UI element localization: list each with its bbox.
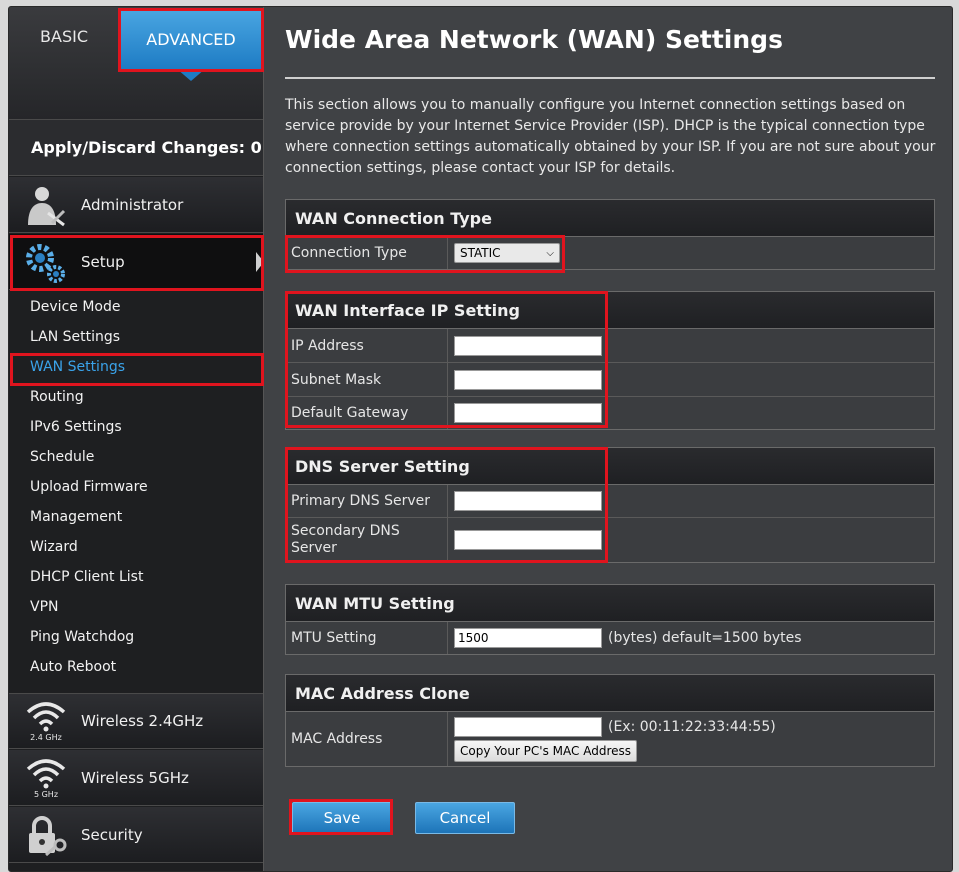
connection-type-value: STATIC [460, 246, 501, 260]
administrator-icon [23, 182, 69, 228]
setup-submenu: Device Mode LAN Settings WAN Settings Ro… [9, 292, 263, 682]
tab-active-indicator [177, 69, 205, 81]
sidebar-item-ping-watchdog[interactable]: Ping Watchdog [9, 622, 263, 652]
primary-dns-input[interactable] [454, 491, 602, 511]
sidebar-section-label: Wireless 5GHz [81, 768, 189, 787]
apply-discard-changes[interactable]: Apply/Discard Changes: 0 [9, 120, 263, 176]
sidebar-section-administrator[interactable]: Administrator [9, 177, 263, 233]
page-description: This section allows you to manually conf… [285, 97, 936, 176]
default-gateway-input[interactable] [454, 403, 602, 423]
mode-tabs: BASIC ADVANCED [9, 7, 263, 120]
sidebar-section-label: Security [81, 825, 143, 844]
mac-address-input[interactable] [454, 716, 602, 737]
mtu-hint: (bytes) default=1500 bytes [608, 630, 802, 646]
mac-address-hint: (Ex: 00:11:22:33:44:55) [608, 718, 776, 735]
sidebar-item-upload-firmware[interactable]: Upload Firmware [9, 472, 263, 502]
sidebar-item-auto-reboot[interactable]: Auto Reboot [9, 652, 263, 682]
cancel-button[interactable]: Cancel [415, 802, 515, 834]
sidebar-item-schedule[interactable]: Schedule [9, 442, 263, 472]
panel-heading: MAC Address Clone [286, 675, 934, 712]
tab-advanced[interactable]: ADVANCED [120, 9, 262, 69]
sidebar-section-setup[interactable]: Setup [9, 234, 264, 290]
lock-key-icon [23, 812, 69, 858]
sidebar-item-management[interactable]: Management [9, 502, 263, 532]
sidebar-item-device-mode[interactable]: Device Mode [9, 292, 263, 322]
panel-mac-address-clone: MAC Address Clone MAC Address (Ex: 00:11… [285, 674, 935, 767]
mtu-input[interactable] [454, 628, 602, 648]
chevron-right-icon [256, 252, 264, 272]
main-content: Wide Area Network (WAN) Settings This se… [264, 7, 952, 871]
save-button[interactable]: Save [292, 802, 392, 834]
panel-heading: WAN MTU Setting [286, 585, 934, 622]
subnet-mask-label: Subnet Mask [286, 363, 448, 396]
sidebar-section-label: Administrator [81, 195, 184, 214]
sidebar-section-label: Setup [81, 252, 125, 271]
sidebar: BASIC ADVANCED Apply/Discard Changes: 0 … [9, 7, 264, 871]
panel-heading: WAN Interface IP Setting [286, 292, 934, 329]
sidebar-item-wizard[interactable]: Wizard [9, 532, 263, 562]
page-title: Wide Area Network (WAN) Settings [285, 25, 783, 54]
copy-pc-mac-button[interactable]: Copy Your PC's MAC Address [454, 739, 637, 762]
secondary-dns-label: Secondary DNS Server [286, 518, 448, 562]
panel-heading: DNS Server Setting [286, 448, 934, 485]
connection-type-select[interactable]: STATIC ⌵ [454, 243, 560, 263]
mac-address-label: MAC Address [286, 712, 448, 766]
panel-dns-server: DNS Server Setting Primary DNS Server Se… [285, 447, 935, 563]
mtu-setting-label: MTU Setting [286, 622, 448, 654]
ip-address-label: IP Address [286, 329, 448, 362]
wifi-band-badge: 2.4 GHz [30, 733, 62, 742]
sidebar-section-wireless-24[interactable]: 2.4 GHz Wireless 2.4GHz [9, 693, 263, 749]
sidebar-section-label: Wireless 2.4GHz [81, 712, 204, 730]
sidebar-section-security[interactable]: Security [9, 807, 263, 863]
wifi-band-badge: 5 GHz [33, 789, 59, 799]
subnet-mask-input[interactable] [454, 369, 602, 390]
secondary-dns-input[interactable] [454, 530, 602, 550]
ip-address-input[interactable] [454, 335, 602, 356]
router-admin-frame: BASIC ADVANCED Apply/Discard Changes: 0 … [8, 6, 953, 872]
panel-wan-interface-ip: WAN Interface IP Setting IP Address Subn… [285, 291, 935, 430]
gears-icon [23, 239, 69, 285]
sidebar-item-vpn[interactable]: VPN [9, 592, 263, 622]
panel-wan-mtu: WAN MTU Setting MTU Setting (bytes) defa… [285, 584, 935, 655]
default-gateway-label: Default Gateway [286, 397, 448, 429]
sidebar-item-ipv6-settings[interactable]: IPv6 Settings [9, 412, 263, 442]
tab-basic[interactable]: BASIC [9, 7, 119, 65]
connection-type-label: Connection Type [286, 237, 448, 269]
sidebar-item-lan-settings[interactable]: LAN Settings [9, 322, 263, 352]
sidebar-item-dhcp-client-list[interactable]: DHCP Client List [9, 562, 263, 592]
sidebar-section-wireless-5[interactable]: 5 GHz Wireless 5GHz [9, 750, 263, 806]
sidebar-item-routing[interactable]: Routing [9, 382, 263, 412]
wifi-icon: 5 GHz [23, 755, 69, 801]
wifi-icon: 2.4 GHz [23, 698, 69, 744]
panel-wan-connection-type: WAN Connection Type Connection Type STAT… [285, 199, 935, 270]
title-divider [285, 77, 935, 79]
chevron-down-icon: ⌵ [546, 247, 554, 259]
panel-heading: WAN Connection Type [286, 200, 934, 237]
sidebar-item-wan-settings[interactable]: WAN Settings [9, 352, 263, 382]
primary-dns-label: Primary DNS Server [286, 485, 448, 517]
